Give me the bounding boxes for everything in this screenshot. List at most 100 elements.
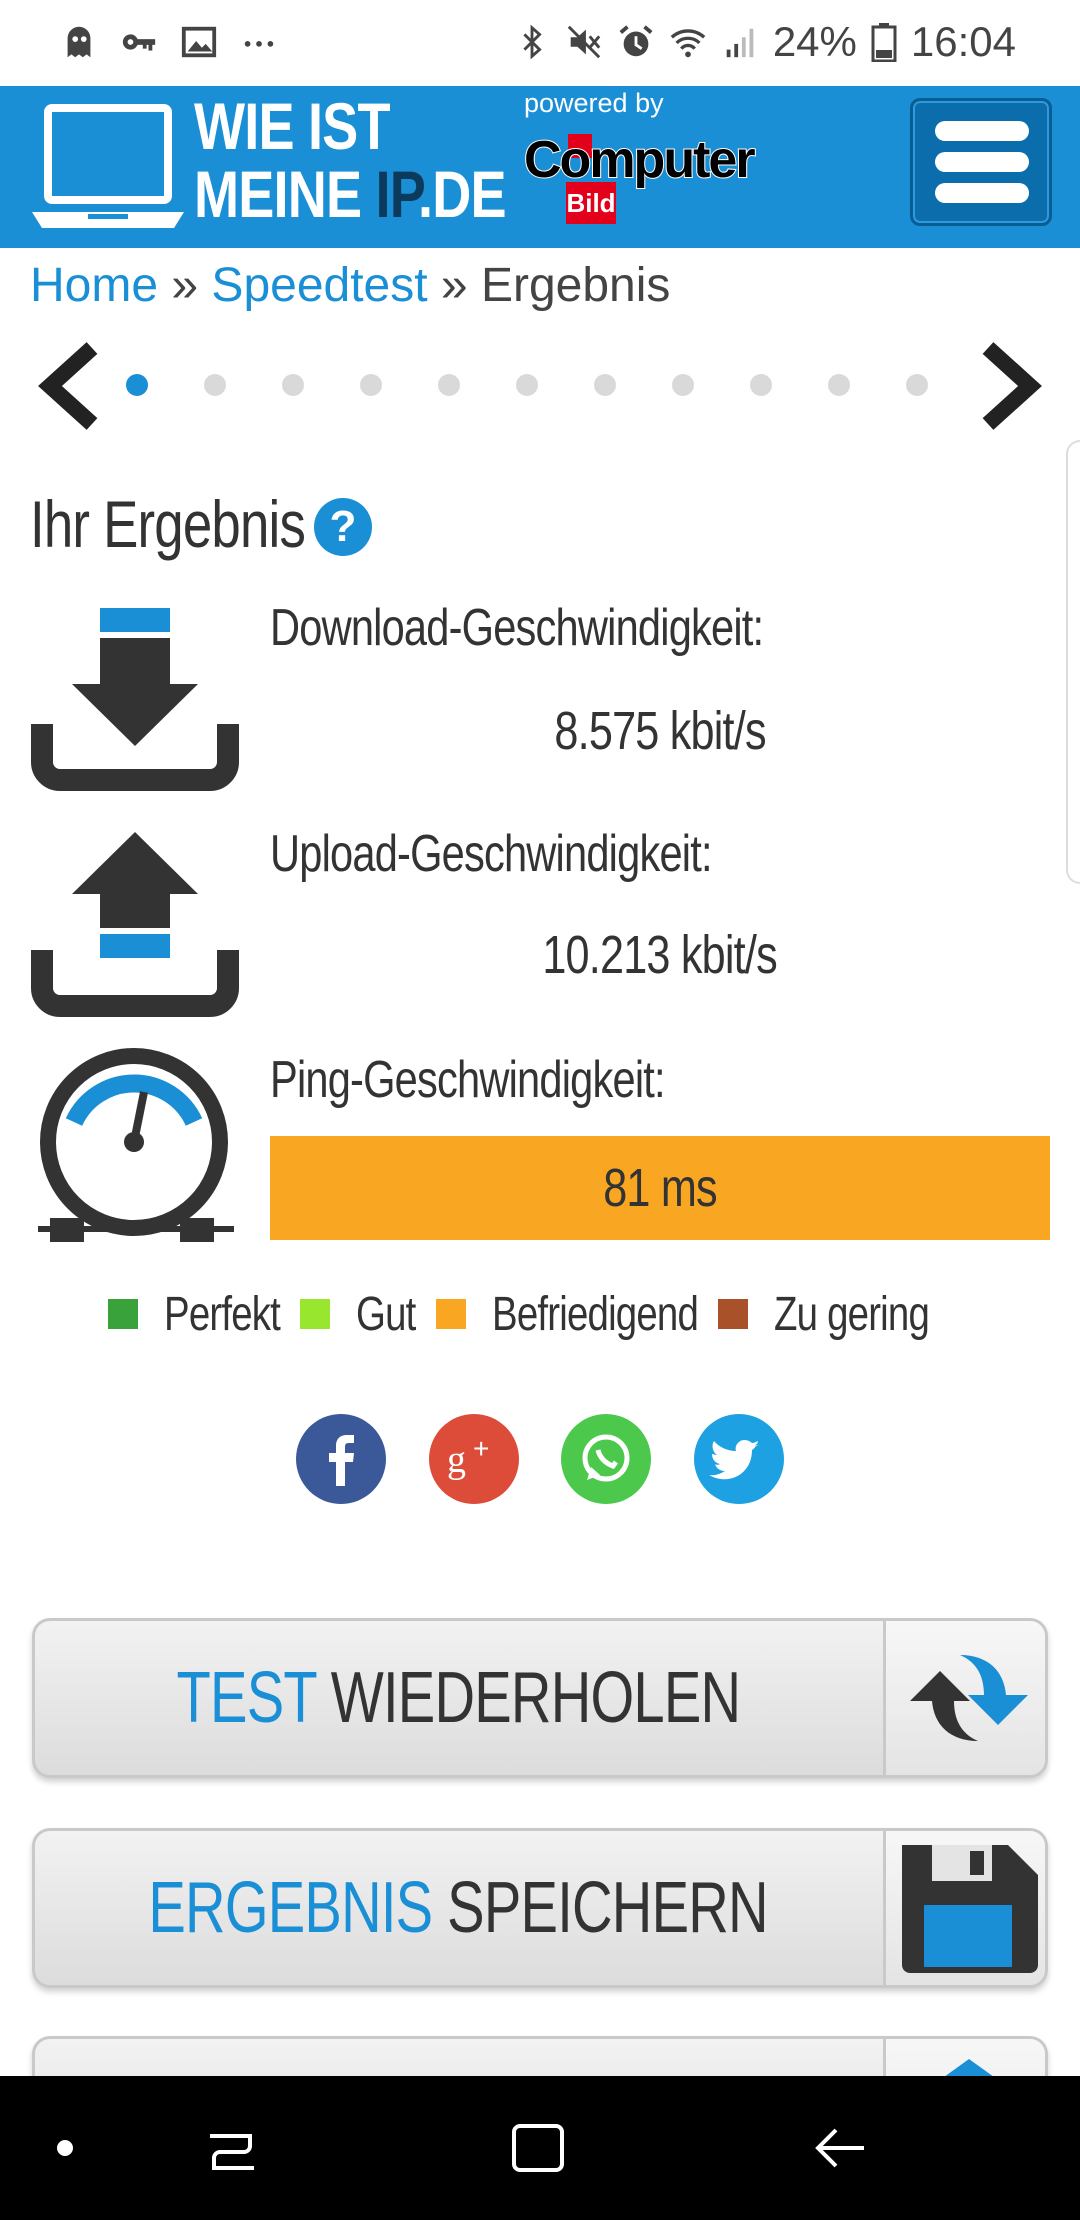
googleplus-icon: g + [429,1414,519,1504]
facebook-share-button[interactable] [296,1414,386,1504]
clock: 16:04 [910,18,1016,65]
carousel-dot[interactable] [360,374,382,396]
save-result-button[interactable]: ERGEBNIS SPEICHERN [32,1828,1048,1988]
carousel-dot[interactable] [126,374,148,396]
ping-value-text: 81 ms [603,1158,717,1218]
upload-label: Upload-Geschwindigkeit: [270,825,713,883]
logo-line-2-tld: .DE [418,157,507,231]
legend-item: Befriedigend [435,1287,699,1342]
menu-bar-3 [935,183,1029,203]
whatsapp-icon [561,1414,651,1504]
menu-bar-2 [935,152,1029,172]
whatsapp-share-button[interactable] [561,1414,651,1504]
save-result-highlight: ERGEBNIS [148,1868,433,1948]
cb-name: Computer [523,130,757,190]
repeat-test-highlight: TEST [176,1658,316,1738]
legend-swatch [435,1299,466,1329]
twitter-share-button[interactable] [694,1414,784,1504]
legend-label: Perfekt [164,1287,281,1341]
mute-icon [567,25,601,59]
hamburger-menu-button[interactable] [910,98,1052,226]
home-icon[interactable] [506,2116,570,2180]
legend-label: Zu gering [773,1287,930,1341]
logo-line-2-ip: IP [375,157,419,231]
breadcrumb-current: Ergebnis [480,259,671,312]
help-icon[interactable]: ? [314,498,372,556]
speed-legend: Perfekt Gut Befriedigend Zu gering [108,1282,949,1346]
download-label: Download-Geschwindigkeit: [270,599,764,657]
breadcrumb-speedtest[interactable]: Speedtest [211,259,427,312]
nav-dot-icon[interactable] [50,2116,80,2180]
repeat-test-label: TEST WIEDERHOLEN [35,1621,881,1775]
image-icon [181,26,217,58]
breadcrumb-home[interactable]: Home [30,259,158,312]
save-result-label: ERGEBNIS SPEICHERN [35,1831,881,1985]
carousel-dot[interactable] [516,374,538,396]
site-logo-text[interactable]: WIE IST MEINE IP.DE [194,89,507,231]
back-icon[interactable] [808,2116,872,2180]
carousel-dots [126,374,928,398]
upload-icon [31,832,239,1017]
upload-value-text: 10.213 kbit/s [542,925,778,985]
carousel-dot[interactable] [672,374,694,396]
carousel-dot[interactable] [828,374,850,396]
more-icon [244,41,274,47]
carousel-dot[interactable] [282,374,304,396]
recent-apps-icon[interactable] [200,2116,264,2180]
breadcrumb-sep: » [158,259,212,312]
status-bar: 24% 16:04 [0,0,1080,86]
legend-swatch [108,1299,138,1329]
menu-bar-1 [935,121,1029,141]
logo-line-1: WIE IST [194,89,391,163]
laptop-logo-icon[interactable] [30,100,186,234]
download-icon [31,608,239,791]
floppy-disk-icon [902,1845,1038,1973]
download-value-text: 8.575 kbit/s [554,701,766,761]
computer-bild-logo[interactable]: Computer Bild [523,130,757,230]
legend-label: Gut [356,1287,416,1341]
battery-percent: 24% [772,18,857,65]
svg-text:+: + [473,1433,489,1464]
carousel-dot[interactable] [906,374,928,396]
logo-line-2-a: MEINE [194,157,376,231]
repeat-test-rest: WIEDERHOLEN [315,1658,740,1738]
googleplus-share-button[interactable]: g + [429,1414,519,1504]
site-header: WIE IST MEINE IP.DE powered by Computer … [0,86,1080,248]
carousel-dot[interactable] [438,374,460,396]
legend-item: Zu gering [717,1287,930,1342]
ghost-icon [67,26,91,58]
signal-icon [726,28,754,58]
bluetooth-icon [523,24,542,60]
ping-label: Ping-Geschwindigkeit: [270,1051,666,1109]
legend-swatch [300,1299,331,1329]
breadcrumb: Home » Speedtest » Ergebnis [30,254,670,318]
breadcrumb-sep: » [427,259,481,312]
twitter-icon [694,1414,784,1504]
key-icon [122,34,156,51]
legend-item: Perfekt [108,1287,281,1342]
save-result-rest: SPEICHERN [432,1868,768,1948]
chevron-left-icon[interactable] [30,338,110,434]
wifi-icon [670,29,706,58]
chevron-right-icon[interactable] [970,338,1050,434]
save-icon-box [883,1831,1045,1985]
upload-value: 10.213 kbit/s [270,924,1050,986]
powered-by-label: powered by [524,88,664,118]
ping-result-bar: 81 ms [270,1136,1050,1240]
side-scroll-tab[interactable] [1066,440,1080,884]
repeat-test-button[interactable]: TEST WIEDERHOLEN [32,1618,1048,1778]
facebook-icon [296,1414,386,1504]
carousel-dot[interactable] [204,374,226,396]
legend-label: Befriedigend [491,1287,699,1341]
android-navigation-bar [0,2076,1080,2220]
carousel [0,338,1080,434]
carousel-dot[interactable] [594,374,616,396]
speedometer-icon [38,1048,234,1242]
carousel-dot[interactable] [750,374,772,396]
repeat-icon-box [883,1621,1045,1775]
download-value: 8.575 kbit/s [270,700,1050,762]
battery-icon [871,23,897,62]
legend-item: Gut [300,1287,416,1342]
result-title: Ihr Ergebnis [30,487,306,561]
legend-swatch [717,1299,748,1329]
